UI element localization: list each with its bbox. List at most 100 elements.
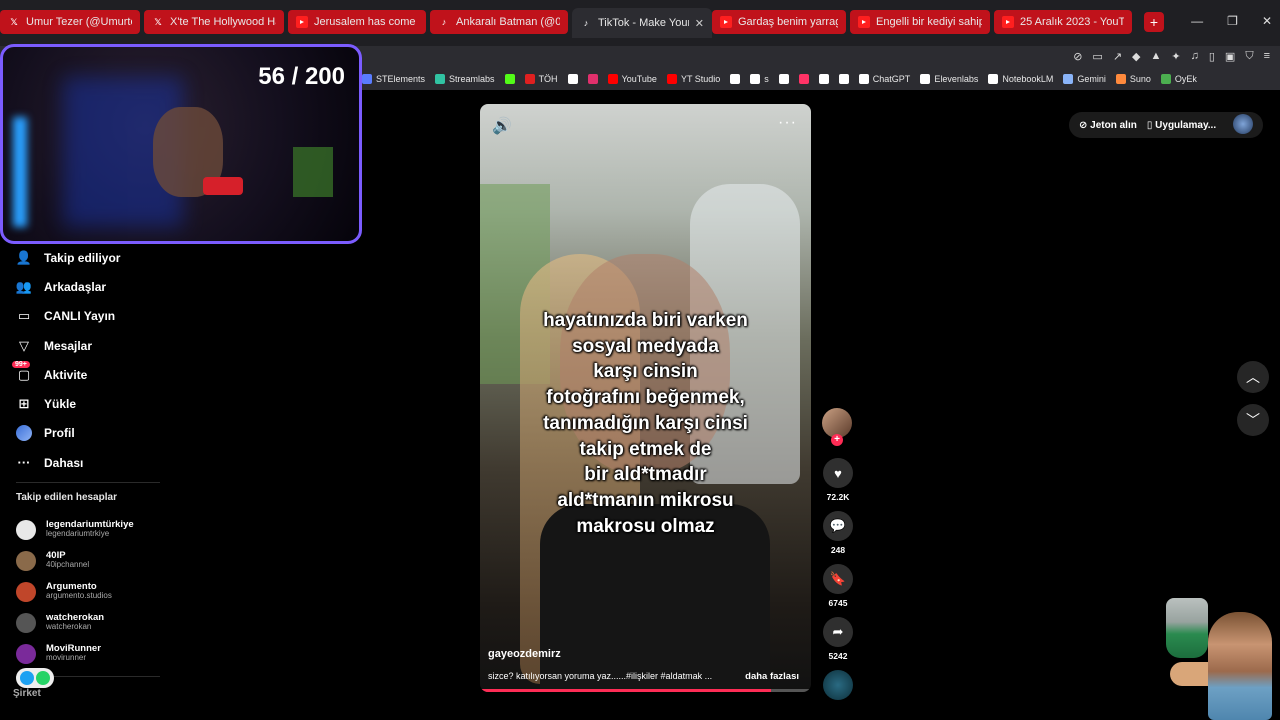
nav-item[interactable]: ▭ CANLI Yayın bbox=[16, 302, 176, 331]
followed-account[interactable]: MoviRunner movirunner bbox=[16, 638, 176, 669]
browser-tab[interactable]: 25 Aralık 2023 - YouTube bbox=[994, 10, 1132, 34]
bookmark-label: Gemini bbox=[1077, 74, 1106, 84]
extension-icon[interactable]: ⊘ bbox=[1073, 50, 1082, 63]
bookmark-label: STElements bbox=[376, 74, 426, 84]
creator-avatar[interactable]: + bbox=[822, 408, 852, 446]
comment-count: 248 bbox=[830, 545, 846, 555]
brave-shield-icon[interactable]: ◆ bbox=[1132, 50, 1140, 63]
bookmark-item[interactable] bbox=[818, 74, 829, 84]
browser-tab[interactable]: 𝕏 X'te The Hollywood Handle: "I bbox=[144, 10, 284, 34]
bookmark-item[interactable] bbox=[504, 74, 515, 84]
video-progress-bar[interactable] bbox=[480, 689, 811, 692]
bookmark-favicon-icon bbox=[587, 74, 598, 84]
video-description: sizce? katılıyorsan yoruma yaz......#ili… bbox=[488, 671, 713, 681]
close-window-icon[interactable]: ✕ bbox=[1262, 14, 1272, 28]
new-tab-button[interactable]: + bbox=[1144, 12, 1164, 32]
followed-account[interactable]: Argumento argumento.studios bbox=[16, 576, 176, 607]
browser-tab[interactable]: ♪ TikTok - Make Your Day ✕ bbox=[572, 8, 712, 38]
save-action[interactable]: 🔖 6745 bbox=[822, 564, 854, 608]
tiktok-icon: ♪ bbox=[441, 17, 447, 27]
company-link[interactable]: Şirket bbox=[13, 688, 41, 699]
bookmark-item[interactable]: TÖH bbox=[524, 74, 558, 84]
following-icon: 👤 bbox=[15, 249, 33, 265]
account-avatar bbox=[16, 643, 36, 664]
video-player[interactable]: 🔊 ··· hayatınızda biri varken sosyal med… bbox=[480, 104, 811, 692]
app-badge-icon bbox=[36, 671, 50, 685]
nav-item[interactable]: 👥 Arkadaşlar bbox=[16, 272, 176, 301]
bookmark-item[interactable] bbox=[778, 74, 789, 84]
nav-item[interactable]: ··· Dahası bbox=[16, 448, 176, 477]
followed-account[interactable]: legendariumtürkiye legendariumtrkiye bbox=[16, 514, 176, 545]
account-handle: legendariumtrkiye bbox=[46, 529, 110, 539]
bookmark-item[interactable] bbox=[730, 74, 741, 84]
browser-tab[interactable]: Jerusalem has come | 8K Ultra bbox=[288, 10, 426, 34]
nav-item[interactable]: Profil bbox=[16, 419, 176, 448]
menu-icon[interactable]: ≡ bbox=[1264, 50, 1270, 63]
bookmark-item[interactable]: Streamlabs bbox=[435, 74, 495, 84]
bookmark-item[interactable] bbox=[587, 74, 598, 84]
bookmark-item[interactable]: YT Studio bbox=[666, 74, 720, 84]
close-tab-icon[interactable]: ✕ bbox=[695, 17, 704, 30]
bookmark-item[interactable] bbox=[838, 74, 849, 84]
see-more-link[interactable]: daha fazlası bbox=[745, 671, 799, 682]
browser-tab[interactable]: 𝕏 Umur Tezer (@Umurtezer) / X bbox=[0, 10, 140, 34]
bookmark-item[interactable] bbox=[798, 74, 809, 84]
volume-icon[interactable]: 🔊 bbox=[492, 116, 512, 136]
follow-plus-icon[interactable]: + bbox=[831, 434, 843, 446]
browser-tab[interactable]: Engelli bir kediyi sahiplenir mi bbox=[850, 10, 990, 34]
bookmark-item[interactable]: ChatGPT bbox=[858, 74, 910, 84]
sidebar-icon[interactable]: ▯ bbox=[1209, 50, 1215, 63]
bookmark-favicon-icon bbox=[435, 74, 446, 84]
nav-item[interactable]: 👤 Takip ediliyor bbox=[16, 243, 176, 272]
bookmark-item[interactable]: Suno bbox=[1115, 74, 1151, 84]
bookmark-item[interactable]: OyEk bbox=[1160, 74, 1197, 84]
next-video-button[interactable]: ﹀ bbox=[1237, 404, 1269, 436]
cast-icon[interactable]: ▭ bbox=[1092, 50, 1102, 63]
bookmark-item[interactable]: s bbox=[750, 74, 769, 84]
nav-item[interactable]: ⊞ Yükle bbox=[16, 389, 176, 418]
followed-account[interactable]: watcherokan watcherokan bbox=[16, 607, 176, 638]
bookmark-favicon-icon bbox=[778, 74, 789, 84]
previous-video-button[interactable]: ︿ bbox=[1237, 361, 1269, 393]
bookmark-favicon-icon bbox=[1160, 74, 1171, 84]
bookmark-icon[interactable]: 🔖 bbox=[823, 564, 853, 594]
get-app-button[interactable]: ▯ Uygulamay... bbox=[1147, 120, 1216, 131]
wallet-icon[interactable]: ▣ bbox=[1225, 50, 1235, 63]
bookmark-item[interactable]: STElements bbox=[362, 74, 425, 84]
vpn-icon[interactable]: ⛉ bbox=[1245, 50, 1253, 63]
user-avatar[interactable] bbox=[1233, 114, 1253, 134]
comment-icon[interactable]: 💬 bbox=[823, 511, 853, 541]
heart-icon[interactable]: ♥ bbox=[823, 458, 853, 488]
share-action[interactable]: ➦ 5242 bbox=[822, 617, 854, 661]
phone-icon: ▯ bbox=[1146, 119, 1153, 131]
bookmark-item[interactable] bbox=[567, 74, 578, 84]
minimize-icon[interactable]: — bbox=[1191, 14, 1203, 28]
share-icon[interactable]: ↗ bbox=[1113, 50, 1122, 63]
app-badges[interactable] bbox=[16, 668, 54, 688]
youtube-icon bbox=[720, 16, 732, 28]
nav-item[interactable]: ▽ Mesajlar bbox=[16, 331, 176, 360]
maximize-icon[interactable]: ❐ bbox=[1227, 14, 1238, 28]
rewards-icon[interactable]: ▲ bbox=[1151, 50, 1162, 63]
followed-account[interactable]: 40IP 40ipchannel bbox=[16, 545, 176, 576]
comment-action[interactable]: 💬 248 bbox=[822, 511, 854, 555]
youtube-icon bbox=[858, 16, 870, 28]
bookmark-favicon-icon bbox=[818, 74, 829, 84]
like-action[interactable]: ♥ 72.2K bbox=[822, 458, 854, 502]
bookmark-item[interactable]: NotebookLM bbox=[988, 74, 1053, 84]
nav-item[interactable]: ▢ 99+ Aktivite bbox=[12, 360, 176, 389]
share-arrow-icon[interactable]: ➦ bbox=[823, 617, 853, 647]
bookmark-item[interactable]: YouTube bbox=[607, 74, 657, 84]
browser-tab[interactable]: ♪ Ankaralı Batman (@06.batman bbox=[430, 10, 568, 34]
extensions-icon[interactable]: ✦ bbox=[1171, 50, 1180, 63]
bookmark-item[interactable]: Elevenlabs bbox=[920, 74, 978, 84]
get-coins-button[interactable]: ⊘ Jeton alın bbox=[1079, 120, 1137, 131]
bookmark-item[interactable]: Gemini bbox=[1063, 74, 1106, 84]
browser-tab[interactable]: Gardaş benim yarraga yala la n bbox=[712, 10, 846, 34]
more-options-icon[interactable]: ··· bbox=[778, 114, 797, 132]
window-controls: — ❐ ✕ bbox=[1191, 14, 1272, 28]
get-coins-label: Jeton alın bbox=[1090, 119, 1137, 131]
music-disc-icon[interactable] bbox=[823, 670, 853, 700]
media-icon[interactable]: ♫ bbox=[1191, 50, 1199, 63]
video-author[interactable]: gayeozdemirz bbox=[488, 648, 561, 660]
